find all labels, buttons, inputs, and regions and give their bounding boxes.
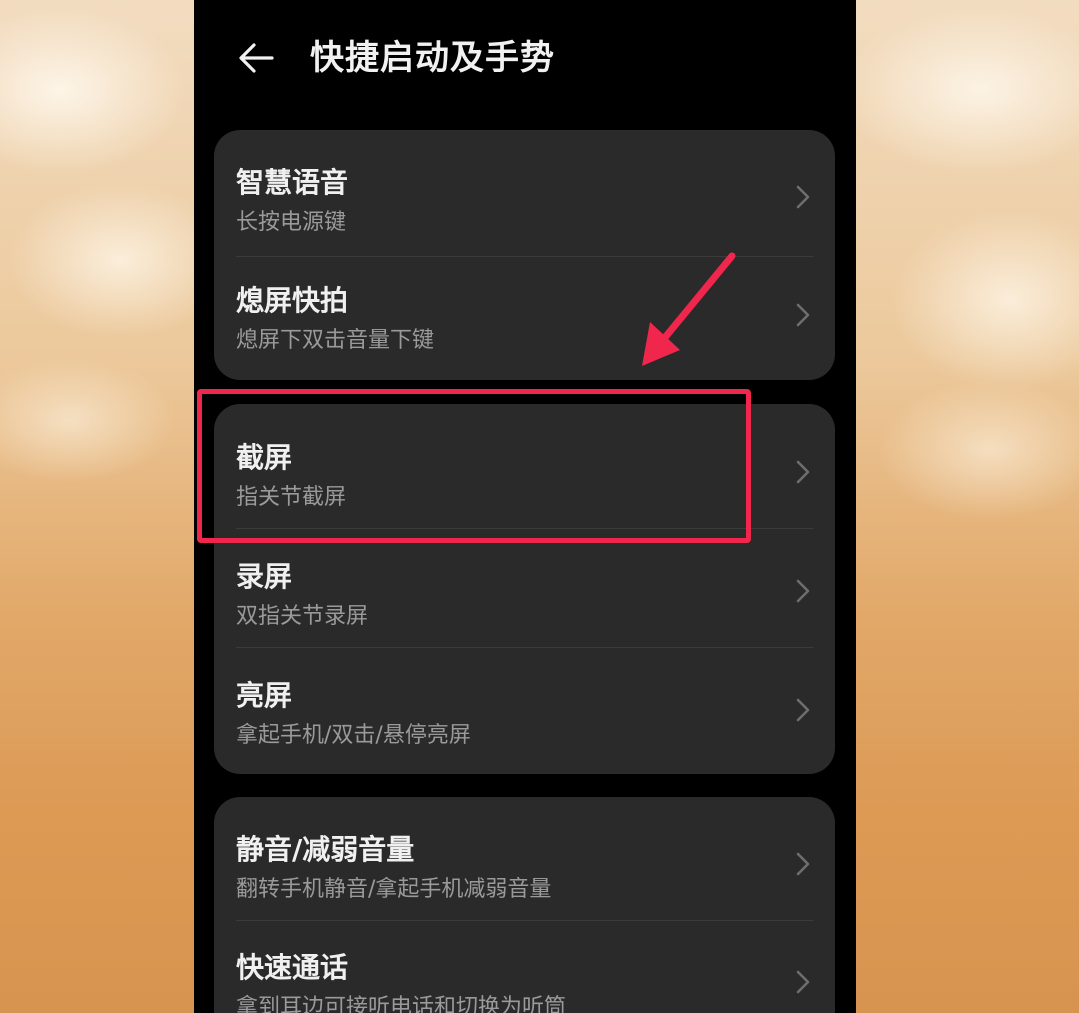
header: 快捷启动及手势 bbox=[194, 0, 856, 118]
settings-item-mute-reduce-volume[interactable]: 静音/减弱音量 翻转手机静音/拿起手机减弱音量 bbox=[214, 803, 835, 921]
settings-item-title: 熄屏快拍 bbox=[236, 284, 349, 317]
settings-item-title: 静音/减弱音量 bbox=[236, 833, 415, 866]
settings-item-subtitle: 长按电源键 bbox=[236, 210, 347, 235]
arrow-left-icon[interactable] bbox=[236, 38, 276, 78]
settings-item-subtitle: 翻转手机静音/拿起手机减弱音量 bbox=[236, 877, 552, 902]
divider bbox=[236, 647, 813, 648]
settings-card-1: 智慧语音 长按电源键 熄屏快拍 熄屏下双击音量下键 bbox=[214, 130, 835, 380]
settings-item-screen-off-snapshot[interactable]: 熄屏快拍 熄屏下双击音量下键 bbox=[214, 254, 835, 372]
settings-card-2: 截屏 指关节截屏 录屏 双指关节录屏 亮屏 拿起手机/双击/悬停亮屏 bbox=[214, 404, 835, 774]
settings-item-title: 快速通话 bbox=[236, 951, 349, 984]
settings-item-screen-record[interactable]: 录屏 双指关节录屏 bbox=[214, 530, 835, 648]
settings-item-quick-call[interactable]: 快速通话 拿到耳边可接听电话和切换为听筒 bbox=[214, 921, 835, 1013]
settings-item-title: 截屏 bbox=[236, 441, 293, 474]
settings-card-3: 静音/减弱音量 翻转手机静音/拿起手机减弱音量 快速通话 拿到耳边可接听电话和切… bbox=[214, 797, 835, 1013]
chevron-right-icon bbox=[796, 698, 810, 722]
settings-item-wake-screen[interactable]: 亮屏 拿起手机/双击/悬停亮屏 bbox=[214, 649, 835, 767]
chevron-right-icon bbox=[796, 460, 810, 484]
settings-item-title: 亮屏 bbox=[236, 679, 293, 712]
settings-item-subtitle: 拿起手机/双击/悬停亮屏 bbox=[236, 723, 471, 748]
phone-screen: 快捷启动及手势 智慧语音 长按电源键 熄屏快拍 熄屏下双击音量下键 截屏 指关节… bbox=[194, 0, 856, 1013]
settings-item-subtitle: 指关节截屏 bbox=[236, 485, 347, 510]
settings-item-title: 智慧语音 bbox=[236, 166, 349, 199]
settings-item-title: 录屏 bbox=[236, 560, 293, 593]
chevron-right-icon bbox=[796, 852, 810, 876]
settings-item-subtitle: 拿到耳边可接听电话和切换为听筒 bbox=[236, 995, 567, 1013]
settings-item-subtitle: 熄屏下双击音量下键 bbox=[236, 328, 435, 353]
settings-item-smart-voice[interactable]: 智慧语音 长按电源键 bbox=[214, 136, 835, 254]
divider bbox=[236, 528, 813, 529]
settings-item-subtitle: 双指关节录屏 bbox=[236, 604, 369, 629]
chevron-right-icon bbox=[796, 970, 810, 994]
chevron-right-icon bbox=[796, 579, 810, 603]
chevron-right-icon bbox=[796, 185, 810, 209]
settings-item-screenshot[interactable]: 截屏 指关节截屏 bbox=[214, 411, 835, 529]
chevron-right-icon bbox=[796, 303, 810, 327]
page-title: 快捷启动及手势 bbox=[310, 38, 555, 78]
